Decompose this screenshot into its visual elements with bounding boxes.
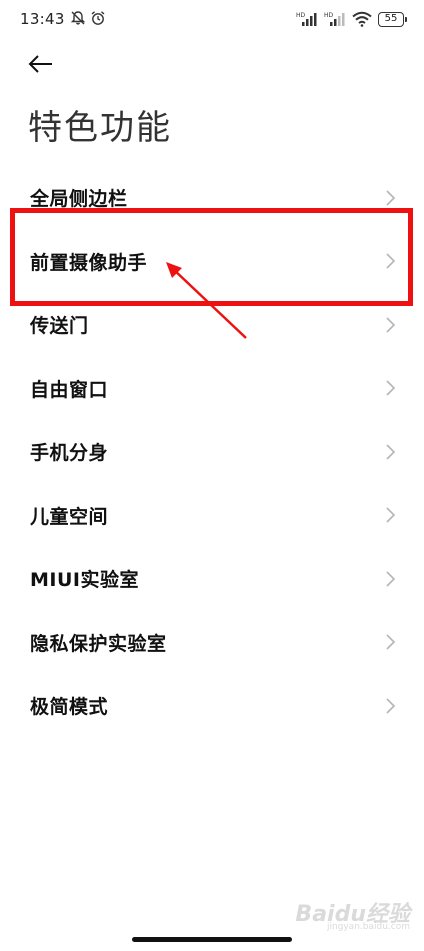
chevron-right-icon [386,380,396,396]
list-item-miui-lab[interactable]: MIUI实验室 [0,547,424,611]
svg-text:HD: HD [324,12,334,19]
home-indicator[interactable] [132,937,292,942]
chevron-right-icon [386,698,396,714]
list-item-label: 儿童空间 [30,505,109,528]
mute-bell-icon [70,11,86,25]
status-bar: 13:43 HD HD 55 [0,0,424,40]
list-item-label: 手机分身 [30,442,109,465]
alarm-clock-icon [91,11,105,25]
status-right-icons: HD HD 55 [296,11,407,27]
chevron-right-icon [386,571,396,587]
list-item-label: MIUI实验室 [30,569,139,592]
list-item-second-space[interactable]: 手机分身 [0,420,424,484]
battery-icon: 55 [378,11,407,27]
svg-text:HD: HD [296,12,306,19]
list-item-front-camera-assistant[interactable]: 前置摄像助手 [0,230,424,294]
chevron-right-icon [386,444,396,460]
baidu-watermark-url: jingyan.baidu.com [326,922,410,932]
list-item-label: 自由窗口 [30,378,109,401]
list-item-global-sidebar[interactable]: 全局侧边栏 [0,166,424,230]
list-item-portal[interactable]: 传送门 [0,293,424,357]
chevron-right-icon [386,634,396,650]
chevron-right-icon [386,253,396,269]
status-left-icons [70,10,106,26]
list-item-minimal-mode[interactable]: 极简模式 [0,674,424,738]
list-item-label: 传送门 [30,315,89,338]
list-item-label: 全局侧边栏 [30,188,128,211]
chevron-right-icon [386,190,396,206]
settings-list: 全局侧边栏 前置摄像助手 传送门 自由窗口 手机分身 儿童空间 MIUI实验室 [0,166,424,738]
back-button[interactable] [26,50,56,78]
list-item-label: 前置摄像助手 [30,251,148,274]
list-item-floating-window[interactable]: 自由窗口 [0,357,424,421]
back-arrow-icon [28,55,52,73]
screen: 13:43 HD HD 55 特色功能 全局侧边栏 前置摄像助手 传送门 自由窗… [0,0,424,951]
wifi-icon [352,11,372,27]
chevron-right-icon [386,507,396,523]
list-item-kids-space[interactable]: 儿童空间 [0,484,424,548]
list-item-label: 隐私保护实验室 [30,632,167,655]
list-item-label: 极简模式 [30,696,109,719]
page-title: 特色功能 [28,108,172,148]
status-time: 13:43 [20,10,65,28]
signal-hd-icon: HD [296,12,317,26]
list-item-privacy-lab[interactable]: 隐私保护实验室 [0,611,424,675]
chevron-right-icon [386,317,396,333]
signal-hd-icon: HD [324,12,345,26]
